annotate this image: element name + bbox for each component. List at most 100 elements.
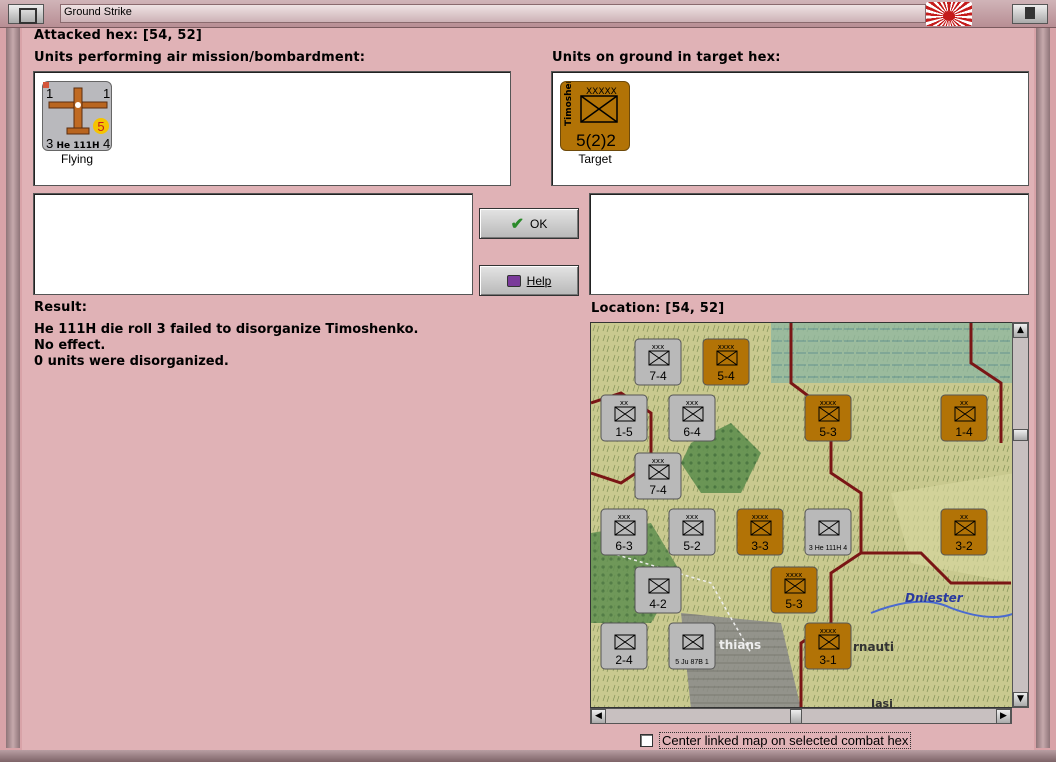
- bomber-plane-icon: 5 1 1 3 4 He 111H: [43, 82, 110, 151]
- map-label-iasi: Iasi: [871, 697, 893, 708]
- map-unit-counter[interactable]: xxxx 5-3: [804, 394, 852, 442]
- counter-value: 3-3: [751, 539, 769, 553]
- counter-size: xx: [620, 399, 628, 407]
- map-unit-counter[interactable]: xxx 6-3: [600, 508, 648, 556]
- counter-size: xxx: [652, 343, 664, 351]
- counter-size: xxxx: [786, 571, 803, 579]
- map-horizontal-scrollbar[interactable]: ◀ ▶: [590, 708, 1012, 724]
- counter-value: 2-4: [615, 653, 633, 667]
- map-unit-counter[interactable]: xxxx 5-3: [770, 566, 818, 614]
- result-line: 0 units were disorganized.: [34, 354, 229, 369]
- counter-size: xx: [960, 513, 968, 521]
- ok-button[interactable]: ✔ OK: [479, 208, 579, 239]
- center-map-option[interactable]: Center linked map on selected combat hex: [640, 732, 912, 749]
- map-unit-counter[interactable]: xxxx 5-4: [702, 338, 750, 386]
- counter-value: 5-3: [785, 597, 803, 611]
- attacked-hex-label: Attacked hex:: [34, 28, 139, 43]
- counter-value: 3 He 111H 4: [809, 545, 847, 552]
- help-button[interactable]: Help: [479, 265, 579, 296]
- location-value: [54, 52]: [665, 301, 725, 316]
- timoshenko-unit-counter[interactable]: XXXXX Timoshen. 5(2)2: [560, 74, 630, 151]
- counter-value: 5-3: [819, 425, 837, 439]
- counter-value: 7-4: [649, 483, 667, 497]
- help-button-label: Help: [526, 273, 552, 288]
- hex-map: Dniester rnauti thians Iasi xxx7-4xxxx5-…: [591, 323, 1013, 708]
- linked-map-view[interactable]: Dniester rnauti thians Iasi xxx 7-4 xxxx 5-…: [590, 322, 1014, 708]
- attack-value-right: 1: [103, 86, 110, 101]
- attacked-hex-value: [54, 52]: [142, 28, 203, 43]
- map-unit-counter[interactable]: 2-4: [600, 622, 648, 670]
- range-value: 4: [103, 136, 110, 151]
- ground-units-list[interactable]: XXXXX Timoshen. 5(2)2 Target: [551, 71, 1029, 186]
- rising-sun-flag-icon: [926, 2, 972, 26]
- checkmark-icon: ✔: [510, 215, 525, 233]
- air-unit-details-box[interactable]: [33, 193, 473, 295]
- counter-value: 5 Ju 87B 1: [675, 659, 709, 666]
- scroll-up-arrow-icon[interactable]: ▲: [1013, 323, 1028, 338]
- left-frame: [6, 28, 20, 748]
- counter-value: 1-4: [955, 425, 973, 439]
- air-unit-status: Flying: [60, 152, 93, 166]
- scroll-thumb[interactable]: [1013, 429, 1028, 441]
- counter-value: 5-2: [683, 539, 701, 553]
- result-label: Result:: [34, 300, 88, 315]
- map-unit-counter[interactable]: xxx 6-4: [668, 394, 716, 442]
- map-label-carpathians: thians: [719, 638, 761, 652]
- title-ribbon: [60, 4, 926, 23]
- counter-value: 4-2: [649, 597, 667, 611]
- unit-name: He 111H: [56, 141, 99, 151]
- ground-unit-details-box[interactable]: [589, 193, 1029, 295]
- bomb-value: 5: [97, 119, 104, 134]
- map-unit-counter[interactable]: 3 He 111H 4: [804, 508, 852, 556]
- counter-value: 7-4: [649, 369, 667, 383]
- he111h-unit-counter[interactable]: 5 1 1 3 4 He 111H: [42, 81, 112, 151]
- result-line: No effect.: [34, 338, 106, 353]
- counter-size: xxx: [618, 513, 630, 521]
- map-unit-counter[interactable]: xx 1-4: [940, 394, 988, 442]
- title-bar: Ground Strike: [0, 0, 1056, 28]
- window-title: Ground Strike: [64, 6, 132, 18]
- counter-size: xxx: [686, 513, 698, 521]
- center-map-checkbox[interactable]: [640, 734, 653, 747]
- infantry-army-icon: XXXXX Timoshen. 5(2)2: [564, 74, 618, 150]
- scroll-left-arrow-icon[interactable]: ◀: [591, 709, 606, 724]
- counter-size: xxxx: [752, 513, 769, 521]
- map-label-cernauti: rnauti: [853, 640, 894, 654]
- scroll-down-arrow-icon[interactable]: ▼: [1013, 692, 1028, 707]
- counter-value: 6-4: [683, 425, 701, 439]
- map-unit-counter[interactable]: xxx 5-2: [668, 508, 716, 556]
- ground-unit-status: Target: [578, 152, 612, 166]
- map-unit-counter[interactable]: xx 1-5: [600, 394, 648, 442]
- scroll-thumb[interactable]: [790, 709, 802, 724]
- dialog-body: Attacked hex: [54, 52] Units performing …: [22, 28, 1034, 750]
- map-unit-counter[interactable]: xxxx 3-3: [736, 508, 784, 556]
- counter-size: xxx: [686, 399, 698, 407]
- map-unit-counter[interactable]: 4-2: [634, 566, 682, 614]
- unit-strength: 5(2)2: [576, 131, 616, 150]
- location-line: Location: [54, 52]: [591, 301, 724, 316]
- map-unit-counter[interactable]: xxxx 3-1: [804, 622, 852, 670]
- close-window-button[interactable]: [1012, 4, 1048, 24]
- air-units-list[interactable]: 5 1 1 3 4 He 111H Flying: [33, 71, 511, 186]
- help-book-icon: [506, 274, 521, 287]
- scroll-right-arrow-icon[interactable]: ▶: [996, 709, 1011, 724]
- unit-name: Timoshen.: [564, 82, 574, 126]
- counter-size: xxxx: [820, 399, 837, 407]
- result-text: He 111H die roll 3 failed to disorganize…: [34, 322, 418, 370]
- counter-value: 5-4: [717, 369, 735, 383]
- ground-units-heading: Units on ground in target hex:: [552, 50, 781, 65]
- center-map-label: Center linked map on selected combat hex: [659, 732, 912, 749]
- counter-size: xxxx: [820, 627, 837, 635]
- map-unit-counter[interactable]: xxx 7-4: [634, 452, 682, 500]
- map-label-dniester: Dniester: [905, 591, 964, 605]
- air-units-heading: Units performing air mission/bombardment…: [34, 50, 366, 65]
- map-unit-counter[interactable]: 5 Ju 87B 1: [668, 622, 716, 670]
- ok-button-label: OK: [530, 216, 548, 231]
- defense-value: 3: [46, 136, 53, 151]
- restore-window-button[interactable]: [8, 4, 44, 24]
- map-unit-counter[interactable]: xx 3-2: [940, 508, 988, 556]
- counter-value: 1-5: [615, 425, 633, 439]
- map-unit-counter[interactable]: xxx 7-4: [634, 338, 682, 386]
- map-vertical-scrollbar[interactable]: ▲ ▼: [1012, 322, 1029, 708]
- counter-value: 3-2: [955, 539, 973, 553]
